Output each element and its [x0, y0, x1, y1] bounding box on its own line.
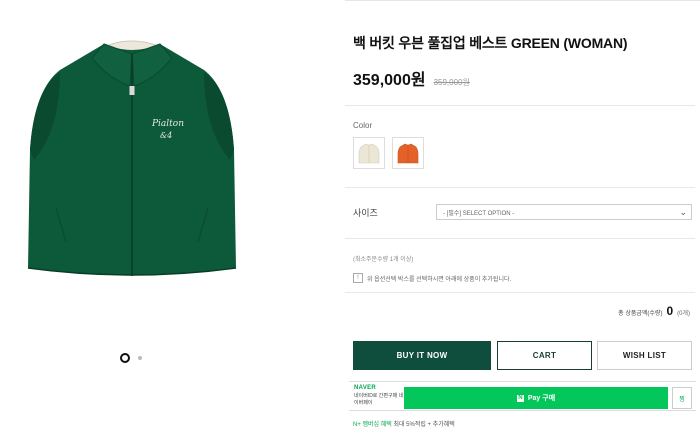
wish-list-button[interactable]: WISH LIST — [597, 341, 692, 370]
divider — [345, 187, 695, 188]
buy-now-button[interactable]: BUY IT NOW — [353, 341, 491, 370]
naver-pay-description: 네이버ID로 간편구매 네이버페이 — [354, 393, 404, 406]
image-gallery-indicator — [120, 353, 142, 363]
orange-vest-thumbnail-icon — [397, 143, 419, 164]
sale-price: 359,000원 — [353, 72, 426, 89]
green-zip-vest-icon: Pialton &4 — [27, 40, 237, 276]
size-select-value: - [필수] SELECT OPTION - — [443, 210, 515, 217]
gallery-dot-active[interactable] — [120, 353, 130, 363]
naver-pay-button[interactable]: N Pay 구매 — [404, 387, 668, 409]
total-label: 총 상품금액(수량) — [618, 311, 663, 317]
naver-n-icon: N — [516, 394, 524, 402]
ivory-vest-thumbnail-icon — [358, 143, 380, 164]
color-label: Color — [353, 121, 373, 130]
svg-text:Pialton: Pialton — [151, 119, 184, 129]
chevron-down-icon: ⌄ — [679, 207, 687, 217]
svg-text:&4: &4 — [160, 131, 172, 140]
color-swatch-ivory[interactable] — [353, 137, 385, 169]
size-select[interactable]: - [필수] SELECT OPTION - ⌄ — [436, 204, 692, 220]
total-price: 총 상품금액(수량) 0 (0개) — [618, 304, 690, 318]
color-swatch-orange[interactable] — [392, 137, 424, 169]
naver-event-highlight[interactable]: N+ 멤버십 혜택 — [353, 422, 392, 428]
add-to-cart-button[interactable]: CART — [497, 341, 592, 370]
top-divider — [345, 0, 700, 1]
divider — [345, 292, 695, 293]
notice-text: 위 옵션선택 박스를 선택하시면 아래에 상품이 추가됩니다. — [367, 276, 512, 283]
gallery-dot[interactable] — [138, 356, 142, 360]
divider — [345, 238, 695, 239]
divider — [345, 105, 695, 106]
product-image: Pialton &4 — [20, 30, 245, 295]
info-icon: ! — [353, 273, 363, 283]
price-row: 359,000원 359,000원 — [353, 66, 470, 90]
naver-logo: NAVER — [354, 385, 377, 391]
original-price: 359,000원 — [433, 78, 470, 87]
naver-wish-button[interactable]: 찜 — [672, 387, 692, 409]
size-label: 사이즈 — [353, 208, 378, 218]
total-count: (0개) — [677, 311, 690, 317]
product-title: 백 버킷 우븐 풀집업 베스트 GREEN (WOMAN) — [353, 35, 628, 51]
total-value: 0 — [666, 304, 674, 318]
option-notice: ! 위 옵션선택 박스를 선택하시면 아래에 상품이 추가됩니다. — [353, 273, 511, 283]
naver-event-text: 최대 5%적립 + 추가혜택 — [393, 422, 455, 428]
min-order-note: (최소주문수량 1개 이상) — [353, 257, 414, 263]
naver-event-note: N+ 멤버십 혜택 최대 5%적립 + 추가혜택 — [353, 419, 455, 428]
naver-pay-label: Pay 구매 — [527, 395, 556, 402]
naver-pay-box: NAVER 네이버ID로 간편구매 네이버페이 N Pay 구매 찜 — [349, 381, 696, 411]
